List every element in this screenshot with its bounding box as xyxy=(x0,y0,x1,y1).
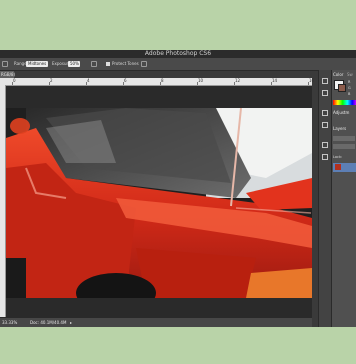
ruler-tick xyxy=(123,82,124,85)
ruler-tick-label: 8 xyxy=(161,78,164,83)
ruler-tick xyxy=(160,82,161,85)
canvas-area[interactable] xyxy=(6,86,312,317)
channel-g-label: G xyxy=(348,86,351,90)
exposure-input[interactable]: 50% xyxy=(68,61,80,67)
ruler-tick-label: 0 xyxy=(13,78,16,83)
ruler-tick xyxy=(234,82,235,85)
character-panel-icon[interactable] xyxy=(322,142,328,148)
history-panel-icon[interactable] xyxy=(322,78,328,84)
layer-filter-select[interactable] xyxy=(333,136,355,141)
horizontal-ruler: 0 2 4 6 8 10 12 14 16 xyxy=(0,78,315,86)
title-bar: Adobe Photoshop CS6 xyxy=(0,50,356,58)
ruler-tick-label: 16 xyxy=(309,78,315,83)
document-tab-label: RGB/8) xyxy=(1,72,16,77)
tab-swatches[interactable]: Sw xyxy=(347,72,353,78)
options-bar: Range: Midtones Exposure: 50% Protect To… xyxy=(0,58,356,71)
zoom-level[interactable]: 33.33% xyxy=(2,320,17,325)
ruler-tick xyxy=(197,82,198,85)
ruler-tick-label: 4 xyxy=(87,78,90,83)
background-color-swatch[interactable] xyxy=(338,84,346,92)
protect-tones-label: Protect Tones xyxy=(112,61,139,66)
dodge-tool-icon[interactable] xyxy=(2,61,8,67)
ruler-tick-label: 12 xyxy=(235,78,241,83)
tab-color[interactable]: Color xyxy=(333,72,343,78)
ruler-tick-label: 14 xyxy=(272,78,278,83)
document-image[interactable] xyxy=(6,108,312,298)
panel-icon-strip xyxy=(319,70,332,327)
ruler-tick xyxy=(12,82,13,85)
car-photo xyxy=(6,108,312,298)
paragraph-panel-icon[interactable] xyxy=(322,154,328,160)
doc-info[interactable]: Doc: 40.1M/40.4M xyxy=(30,320,66,325)
status-arrow-icon[interactable]: ▸ xyxy=(70,320,72,325)
ruler-tick-label: 2 xyxy=(50,78,53,83)
blend-mode-select[interactable] xyxy=(333,144,355,149)
tablet-pressure-icon[interactable] xyxy=(141,61,147,67)
layer-thumbnail xyxy=(335,164,341,170)
lock-label: Lock: xyxy=(333,155,343,159)
airbrush-icon[interactable] xyxy=(91,61,97,67)
range-select[interactable]: Midtones xyxy=(26,61,48,67)
window-title: Adobe Photoshop CS6 xyxy=(144,50,212,57)
protect-tones-checkbox[interactable] xyxy=(106,62,110,66)
right-panel-dock: Color Sw R G B Adjustm Layers Lock: xyxy=(318,70,356,327)
layer-row[interactable] xyxy=(333,163,356,172)
channel-r-label: R xyxy=(348,80,351,84)
document-tab[interactable]: RGB/8) xyxy=(0,71,16,78)
color-spectrum-bar[interactable] xyxy=(333,100,356,105)
ruler-tick xyxy=(308,82,309,85)
clone-source-icon[interactable] xyxy=(322,122,328,128)
ruler-tick xyxy=(86,82,87,85)
tab-adjustments[interactable]: Adjustm xyxy=(333,110,349,116)
channel-b-label: B xyxy=(348,92,351,96)
ruler-tick-label: 6 xyxy=(124,78,127,83)
tab-layers[interactable]: Layers xyxy=(333,126,346,132)
ruler-tick xyxy=(49,82,50,85)
photoshop-window: Adobe Photoshop CS6 Range: Midtones Expo… xyxy=(0,50,356,327)
status-bar: 33.33% Doc: 40.1M/40.4M ▸ xyxy=(0,317,312,327)
ruler-tick xyxy=(271,82,272,85)
ruler-tick-label: 10 xyxy=(198,78,204,83)
properties-panel-icon[interactable] xyxy=(322,90,328,96)
brush-panel-icon[interactable] xyxy=(322,110,328,116)
